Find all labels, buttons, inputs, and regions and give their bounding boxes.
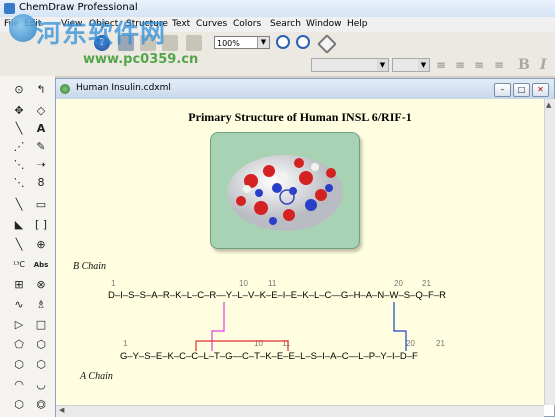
chain-icon[interactable]: ╲ bbox=[10, 236, 28, 254]
chevron-down-icon: ▼ bbox=[257, 37, 269, 48]
square-icon[interactable]: □ bbox=[32, 316, 50, 334]
chain-tool-icon[interactable]: ¹³C bbox=[10, 256, 28, 274]
document-title-bar: Human Insulin.cdxml – □ ✕ bbox=[56, 79, 554, 99]
bold-bond-icon[interactable]: ╲ bbox=[10, 196, 28, 214]
chair-icon[interactable]: ◠ bbox=[10, 376, 28, 394]
menu-colors[interactable]: Colors bbox=[233, 19, 261, 29]
horizontal-scrollbar[interactable]: ◀ bbox=[56, 405, 544, 417]
watermark-url: www.pc0359.cn bbox=[83, 52, 199, 67]
menu-text[interactable]: Text bbox=[172, 19, 190, 29]
minimize-button[interactable]: – bbox=[494, 83, 511, 97]
cycloheptane-icon[interactable]: ⬡ bbox=[32, 356, 50, 374]
zoom-value: 100% bbox=[217, 39, 240, 48]
scroll-left-icon[interactable]: ◀ bbox=[59, 406, 64, 414]
document-window: Human Insulin.cdxml – □ ✕ Primary Struct… bbox=[55, 78, 555, 417]
wedge-dash-icon[interactable]: ⋱ bbox=[10, 174, 28, 192]
rotate-icon[interactable]: ✥ bbox=[10, 102, 28, 120]
chevron-down-icon: ▼ bbox=[377, 59, 388, 71]
wedge-bond-icon[interactable]: ◣ bbox=[10, 216, 28, 234]
bridge-a6-a11 bbox=[195, 340, 289, 351]
chevron-down-icon: ▼ bbox=[418, 59, 429, 71]
pen-icon[interactable]: ✎ bbox=[32, 138, 50, 156]
orbital-icon[interactable]: 8 bbox=[32, 174, 50, 192]
menu-search[interactable]: Search bbox=[270, 19, 301, 29]
rectangle-icon[interactable]: ▭ bbox=[32, 196, 50, 214]
menu-help[interactable]: Help bbox=[347, 19, 368, 29]
bold-icon[interactable]: B bbox=[518, 57, 530, 73]
abs-icon[interactable]: Abs bbox=[32, 256, 50, 274]
align-left-icon[interactable]: ≡ bbox=[436, 58, 446, 72]
hash-bond-icon[interactable]: ⋱ bbox=[10, 156, 28, 174]
watermark-logo-icon bbox=[9, 14, 37, 42]
bracket-icon[interactable]: [ ] bbox=[32, 216, 50, 234]
charge-icon[interactable]: ⊕ bbox=[32, 236, 50, 254]
table-icon[interactable]: ⊞ bbox=[10, 276, 28, 294]
font-select[interactable]: ▼ bbox=[311, 58, 389, 72]
bridge-b19-a20 bbox=[393, 302, 407, 351]
align-right-icon[interactable]: ≡ bbox=[474, 58, 484, 72]
document-icon bbox=[60, 84, 70, 94]
chain-zigzag-icon[interactable]: ∿ bbox=[10, 296, 28, 314]
drawing-canvas[interactable]: Primary Structure of Human INSL 6/RIF-1 bbox=[56, 99, 544, 405]
justify-icon[interactable]: ≡ bbox=[494, 58, 504, 72]
fit-icon[interactable] bbox=[317, 34, 337, 54]
window-title: ChemDraw Professional bbox=[19, 2, 138, 13]
scroll-up-icon[interactable]: ▲ bbox=[546, 101, 551, 109]
vertical-scrollbar[interactable]: ▲ bbox=[544, 99, 555, 405]
app-icon bbox=[4, 3, 15, 14]
lasso-icon[interactable]: ⊙ bbox=[10, 81, 28, 99]
italic-icon[interactable]: I bbox=[540, 57, 547, 73]
pentagon-icon[interactable]: ⬠ bbox=[10, 336, 28, 354]
close-icon[interactable]: ✕ bbox=[532, 83, 549, 97]
template-icon[interactable]: ⊗ bbox=[32, 276, 50, 294]
benzene-icon[interactable]: ⏣ bbox=[32, 396, 50, 414]
text-icon[interactable]: A bbox=[32, 120, 50, 138]
zoom-select[interactable]: 100% ▼ bbox=[214, 36, 270, 49]
flask-icon[interactable]: ♗ bbox=[32, 296, 50, 314]
zoom-in-icon[interactable] bbox=[276, 35, 290, 49]
size-select[interactable]: ▼ bbox=[392, 58, 430, 72]
triangle-icon[interactable]: ▷ bbox=[10, 316, 28, 334]
document-title: Human Insulin.cdxml bbox=[76, 83, 171, 93]
arrow-icon[interactable]: ➝ bbox=[32, 156, 50, 174]
hexagon-icon[interactable]: ⬡ bbox=[32, 336, 50, 354]
zoom-out-icon[interactable] bbox=[296, 35, 310, 49]
dashed-bond-icon[interactable]: ⋰ bbox=[10, 138, 28, 156]
chair2-icon[interactable]: ◡ bbox=[32, 376, 50, 394]
bond-icon[interactable]: ╲ bbox=[10, 120, 28, 138]
watermark-brand: 河东软件网 bbox=[36, 19, 167, 48]
bridge-b7-a7 bbox=[211, 302, 225, 351]
menu-window[interactable]: Window bbox=[306, 19, 342, 29]
tool-palette: ⊙ ↰ ✥ ◇ ╲ A ⋰ ✎ ⋱ ➝ ⋱ 8 ╲ ▭ ◣ [ ] ╲ ⊕ ¹³… bbox=[0, 76, 56, 417]
maximize-button[interactable]: □ bbox=[513, 83, 530, 97]
marquee-icon[interactable]: ↰ bbox=[32, 81, 50, 99]
disulfide-bridges bbox=[195, 302, 407, 351]
octagon-icon[interactable]: ⬡ bbox=[10, 396, 28, 414]
align-center-icon[interactable]: ≡ bbox=[455, 58, 465, 72]
eraser-icon[interactable]: ◇ bbox=[32, 102, 50, 120]
tool-icon-4[interactable] bbox=[186, 35, 202, 51]
cyclohexane-icon[interactable]: ⬡ bbox=[10, 356, 28, 374]
menu-curves[interactable]: Curves bbox=[196, 19, 227, 29]
